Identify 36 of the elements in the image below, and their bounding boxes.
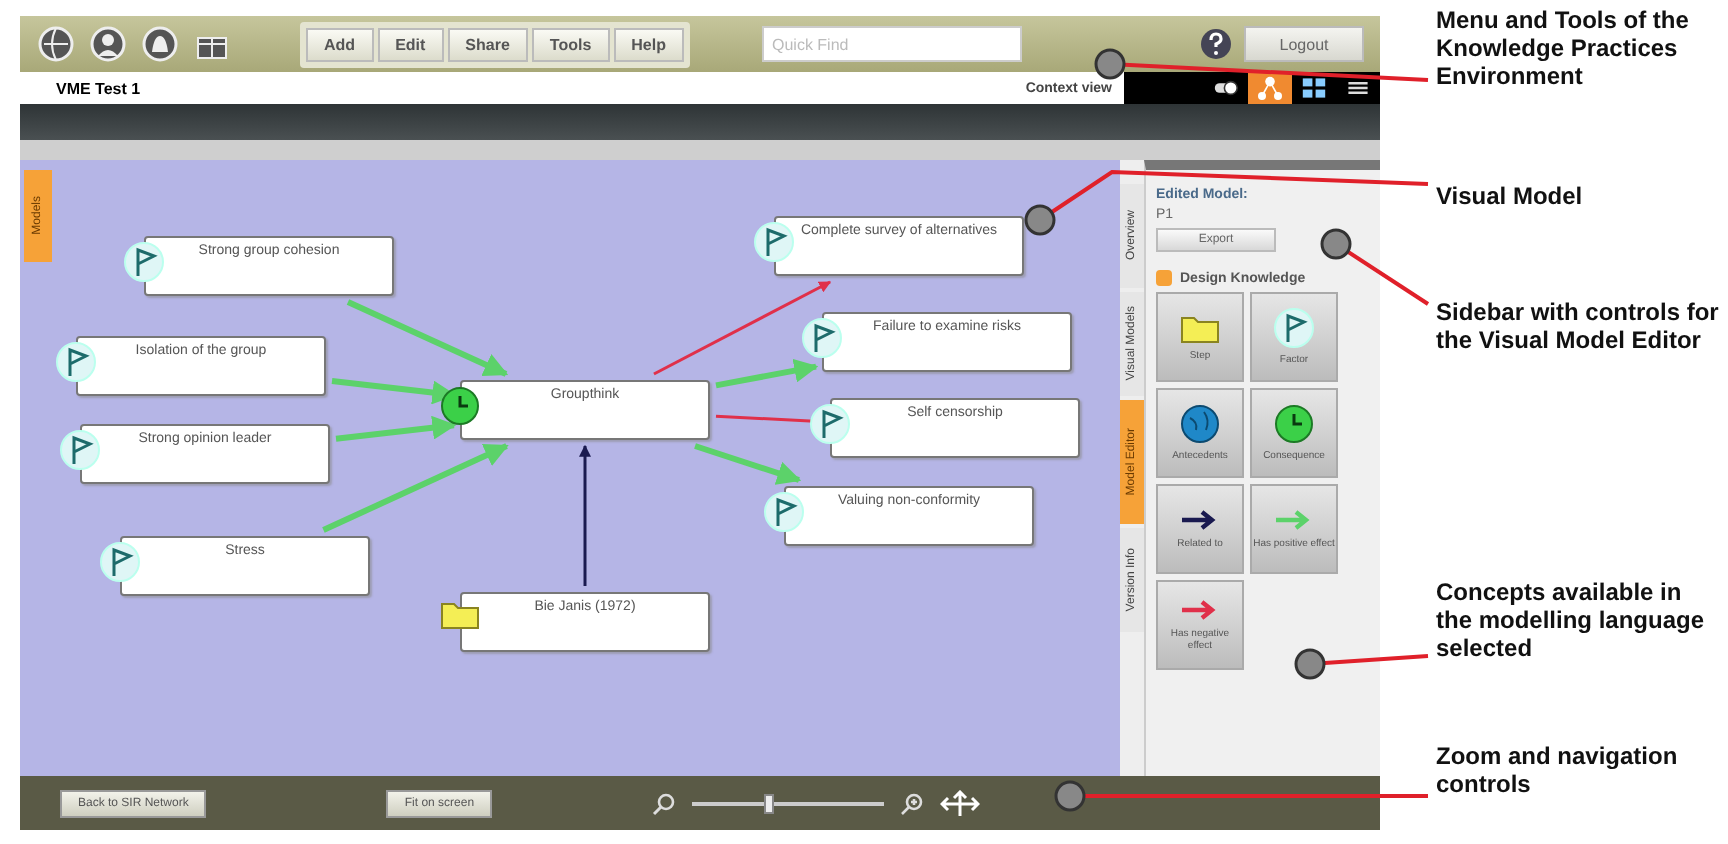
callout-text: Menu and Tools of the Knowledge Practices Environment (1436, 8, 1691, 91)
folder-icon (1180, 311, 1220, 344)
callout-text: Zoom and navigation controls (1436, 744, 1680, 800)
network-icon (1252, 72, 1288, 104)
zoom-out-icon[interactable] (652, 791, 677, 815)
menu-button[interactable]: Share (447, 27, 528, 61)
callout-text: Visual Model (1436, 184, 1585, 212)
help-icon[interactable] (1200, 28, 1232, 60)
arrow-icon (1274, 507, 1314, 532)
callout-text: Concepts available in the modelling language selected (1436, 580, 1707, 663)
logout-button[interactable]: Logout (1244, 26, 1364, 62)
menu-button[interactable]: Tools (531, 27, 610, 61)
person-icon[interactable] (88, 24, 128, 64)
menu-button[interactable]: Help (613, 27, 684, 61)
callout-text: Sidebar with controls for the Visual Model Editor (1436, 300, 1721, 356)
clock-icon (1274, 403, 1314, 444)
arrow-icon (1180, 507, 1220, 532)
pan-icon[interactable] (940, 789, 981, 817)
menu-button[interactable]: Add (306, 27, 374, 61)
section-icon (1156, 270, 1172, 286)
connector-arrow (694, 443, 802, 485)
folder-icon (440, 598, 480, 630)
workspace-title: VME Test 1 (54, 79, 141, 97)
globe-icon[interactable] (36, 24, 76, 64)
connector-arrow (579, 444, 591, 586)
bell-icon[interactable] (140, 24, 180, 64)
flag-icon (1274, 307, 1314, 348)
search-field[interactable]: Quick Find (762, 26, 1022, 62)
view-toggle[interactable] (1248, 72, 1292, 104)
menu-button[interactable]: Edit (377, 27, 444, 61)
globe-icon (1180, 403, 1220, 444)
zoom-in-icon[interactable] (900, 791, 925, 815)
clock-icon (440, 386, 480, 426)
slider-thumb[interactable] (764, 793, 775, 813)
arrow-icon (1180, 598, 1220, 622)
callout-pointer (1294, 648, 1429, 680)
